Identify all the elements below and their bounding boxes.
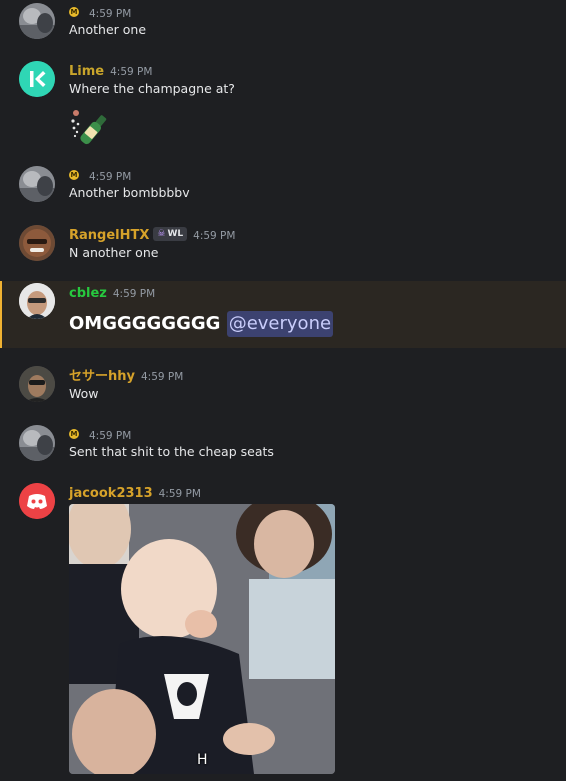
timestamp: 4:59 PM (89, 430, 132, 442)
message-header: cblez 4:59 PM (69, 283, 155, 301)
message-header: セサーhhy 4:59 PM (69, 366, 183, 384)
message-text: Another one (69, 22, 147, 37)
timestamp: 4:59 PM (89, 171, 132, 183)
timestamp: 4:59 PM (112, 288, 156, 300)
message-text: Sent that shit to the cheap seats (69, 444, 274, 459)
server-badge-icon: M (69, 428, 79, 439)
gif-attachment[interactable]: H (69, 504, 335, 774)
username[interactable]: jacook2313 (69, 486, 153, 501)
username[interactable]: cblez (69, 286, 107, 301)
message-header: M 4:59 PM (69, 166, 131, 184)
user-avatar[interactable] (19, 166, 55, 202)
message-text: Wow (69, 386, 99, 401)
user-avatar[interactable] (19, 61, 55, 97)
message-text-large: OMGGGGGGGG @everyone (69, 311, 334, 337)
server-badge-icon: M (69, 169, 79, 180)
user-avatar[interactable] (19, 425, 55, 461)
server-badge-icon: M (69, 6, 79, 17)
user-avatar[interactable] (19, 366, 55, 402)
message-header: jacook2313 4:59 PM (69, 483, 201, 501)
timestamp: 4:59 PM (89, 8, 132, 20)
chat-messages: M 4:59 PM Another one Lime 4:59 PM Where t… (0, 0, 566, 781)
username[interactable]: RangelHTX (69, 228, 149, 243)
message-header: Lime 4:59 PM (69, 61, 152, 79)
timestamp: 4:59 PM (193, 230, 236, 242)
message-header: M 4:59 PM (69, 425, 131, 443)
user-avatar[interactable] (19, 283, 55, 319)
champagne-emoji-icon (67, 109, 111, 147)
username[interactable]: Lime (69, 64, 104, 79)
user-avatar[interactable] (19, 3, 55, 39)
role-tag: ☠ WL (153, 226, 188, 241)
message-text: Where the champagne at? (69, 81, 235, 96)
message-header: M 4:59 PM (69, 3, 131, 21)
everyone-mention[interactable]: @everyone (226, 311, 334, 337)
username[interactable]: セサーhhy (69, 369, 135, 384)
message-text: Another bombbbbv (69, 185, 190, 200)
message-text: N another one (69, 245, 159, 260)
timestamp: 4:59 PM (158, 488, 201, 500)
message-text: OMGGGGGGGG (69, 313, 221, 334)
message-header: RangelHTX ☠ WL 4:59 PM (69, 225, 235, 243)
timestamp: 4:59 PM (140, 371, 184, 383)
skull-icon: ☠ (157, 228, 166, 239)
user-avatar[interactable] (19, 225, 55, 261)
timestamp: 4:59 PM (110, 66, 153, 78)
gif-caption: H (197, 752, 208, 768)
user-avatar[interactable] (19, 483, 55, 519)
